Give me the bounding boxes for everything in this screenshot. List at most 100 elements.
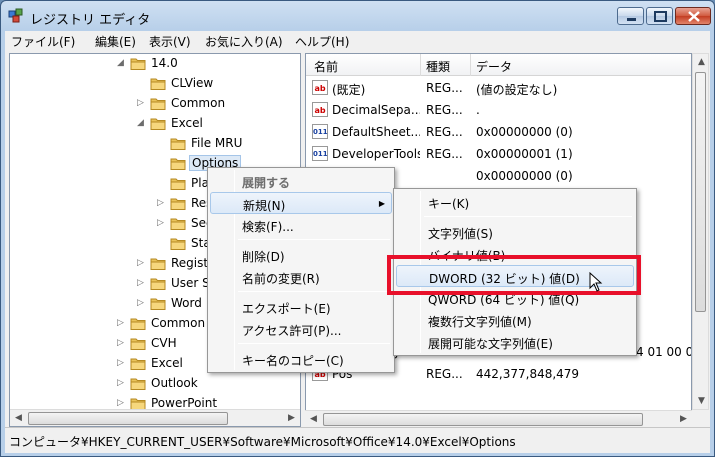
- list-horizontal-scrollbar[interactable]: ◀ ▶: [305, 410, 692, 427]
- string-value-icon: ab: [312, 102, 328, 117]
- menu-item-label: 文字列値(S): [428, 227, 493, 241]
- column-divider[interactable]: [470, 54, 471, 76]
- menu-item[interactable]: 展開可能な文字列値(E): [396, 331, 634, 353]
- value-row[interactable]: ab (既定) REG... (値の設定なし): [306, 77, 691, 99]
- expand-arrow-icon: [157, 238, 167, 248]
- folder-icon: [170, 136, 187, 151]
- menu-item[interactable]: 文字列値(S): [396, 221, 634, 243]
- value-data: (値の設定なし): [476, 83, 558, 97]
- menu-item[interactable]: キー名のコピー(C): [210, 348, 392, 370]
- folder-icon: [130, 336, 147, 351]
- menu-item[interactable]: 複数行文字列値(M): [396, 309, 634, 331]
- value-data: 442,377,848,479: [476, 367, 580, 381]
- value-type: REG...: [426, 81, 463, 95]
- folder-icon: [170, 176, 187, 191]
- expand-arrow-icon[interactable]: ▷: [137, 98, 147, 108]
- tree-item[interactable]: ▷ Common: [137, 94, 300, 114]
- value-row[interactable]: ab DecimalSepa... REG....: [306, 99, 691, 121]
- tree-horizontal-scrollbar[interactable]: ◀ ▶: [10, 409, 300, 426]
- window-title: レジストリ エディタ: [30, 13, 151, 28]
- expand-arrow-icon: [157, 178, 167, 188]
- menu-edit[interactable]: 編集(E): [95, 33, 136, 50]
- list-vertical-scrollbar[interactable]: ▲ ▼: [692, 53, 709, 410]
- scrollbar-thumb[interactable]: [28, 412, 228, 425]
- title-bar[interactable]: レジストリ エディタ: [1, 1, 714, 31]
- submenu-arrow-icon: ▶: [378, 199, 385, 208]
- tree-item-label: User S: [171, 276, 210, 290]
- value-type: REG...: [426, 125, 463, 139]
- tree-item-label: File MRU: [191, 136, 243, 150]
- expand-arrow-icon[interactable]: ▷: [157, 198, 167, 208]
- value-name: DefaultSheet...: [332, 125, 420, 139]
- expand-arrow-icon[interactable]: ▷: [117, 338, 127, 348]
- expand-arrow-icon: [157, 138, 167, 148]
- menu-item-label: 展開可能な文字列値(E): [428, 337, 553, 351]
- tree-item-label: Outlook: [151, 376, 198, 390]
- column-header-type[interactable]: 種類: [426, 58, 450, 75]
- menu-favorites[interactable]: お気に入り(A): [205, 33, 283, 50]
- menu-item-label: キー(K): [428, 197, 470, 211]
- folder-icon: [130, 356, 147, 371]
- status-path: コンピュータ¥HKEY_CURRENT_USER¥Software¥Micros…: [9, 435, 516, 449]
- expand-arrow-icon[interactable]: ▷: [117, 378, 127, 388]
- column-header-data[interactable]: データ: [476, 58, 512, 75]
- scroll-left-icon[interactable]: ◀: [305, 411, 322, 428]
- scroll-up-icon[interactable]: ▲: [693, 54, 710, 71]
- value-name: (既定): [332, 83, 366, 97]
- collapse-arrow-icon[interactable]: ◢: [117, 58, 127, 68]
- tree-item[interactable]: CLView: [137, 74, 300, 94]
- menu-help[interactable]: ヘルプ(H): [295, 33, 349, 50]
- menu-separator: [424, 216, 632, 217]
- maximize-button[interactable]: [646, 7, 673, 25]
- menu-item[interactable]: アクセス許可(P)...: [210, 318, 392, 340]
- expand-arrow-icon[interactable]: ▷: [137, 278, 147, 288]
- collapse-arrow-icon[interactable]: ◢: [137, 118, 147, 128]
- folder-icon: [130, 376, 147, 391]
- scroll-right-icon[interactable]: ▶: [675, 411, 692, 428]
- menu-item[interactable]: エクスポート(E): [210, 296, 392, 318]
- minimize-button[interactable]: [617, 7, 644, 25]
- status-bar: コンピュータ¥HKEY_CURRENT_USER¥Software¥Micros…: [5, 427, 710, 453]
- scroll-down-icon[interactable]: ▼: [693, 393, 710, 410]
- expand-arrow-icon[interactable]: ▷: [117, 358, 127, 368]
- expand-arrow-icon[interactable]: ▷: [117, 398, 127, 408]
- tree-item[interactable]: File MRU: [157, 134, 300, 154]
- tree-item[interactable]: ◢ 14.0: [117, 54, 300, 74]
- scrollbar-thumb[interactable]: [323, 413, 643, 426]
- menu-item-label: 検索(F)...: [242, 220, 294, 234]
- value-name: DecimalSepa...: [332, 103, 420, 117]
- value-row[interactable]: 011 DefaultSheet... REG... 0x00000000 (0): [306, 121, 691, 143]
- folder-icon: [130, 316, 147, 331]
- value-type: REG...: [426, 147, 463, 161]
- menu-item[interactable]: 新規(N) ▶: [210, 192, 392, 214]
- expand-arrow-icon[interactable]: ▷: [117, 318, 127, 328]
- tree-item[interactable]: ◢ Excel: [137, 114, 300, 134]
- folder-icon: [170, 156, 187, 171]
- tree-item-label: Common: [171, 96, 226, 110]
- menu-view[interactable]: 表示(V): [149, 33, 191, 50]
- scrollbar-thumb[interactable]: [695, 72, 706, 312]
- menu-item[interactable]: 展開する: [210, 170, 392, 192]
- column-header-name[interactable]: 名前: [314, 58, 338, 75]
- menu-item[interactable]: 削除(D): [210, 244, 392, 266]
- value-type: REG...: [426, 103, 463, 117]
- tree-item[interactable]: ▷ Outlook: [117, 374, 300, 394]
- expand-arrow-icon[interactable]: ▷: [137, 298, 147, 308]
- folder-icon: [150, 276, 167, 291]
- value-data: 0x00000001 (1): [476, 147, 573, 161]
- menu-item[interactable]: 名前の変更(R): [210, 266, 392, 288]
- list-header: 名前 種類 データ: [306, 54, 691, 76]
- column-divider[interactable]: [420, 54, 421, 76]
- tree-item-label: 14.0: [151, 56, 178, 70]
- close-button[interactable]: [675, 7, 711, 25]
- minimize-icon: [627, 18, 636, 21]
- menu-file[interactable]: ファイル(F): [11, 33, 75, 50]
- menu-item[interactable]: キー(K): [396, 191, 634, 213]
- value-row[interactable]: 011 DeveloperTools REG... 0x00000001 (1): [306, 143, 691, 165]
- expand-arrow-icon[interactable]: ▷: [137, 258, 147, 268]
- scroll-left-icon[interactable]: ◀: [10, 410, 27, 426]
- expand-arrow-icon[interactable]: ▷: [157, 218, 167, 228]
- menu-item[interactable]: 検索(F)...: [210, 214, 392, 236]
- value-data: 0x00000000 (0): [476, 125, 573, 139]
- scroll-right-icon[interactable]: ▶: [283, 410, 300, 426]
